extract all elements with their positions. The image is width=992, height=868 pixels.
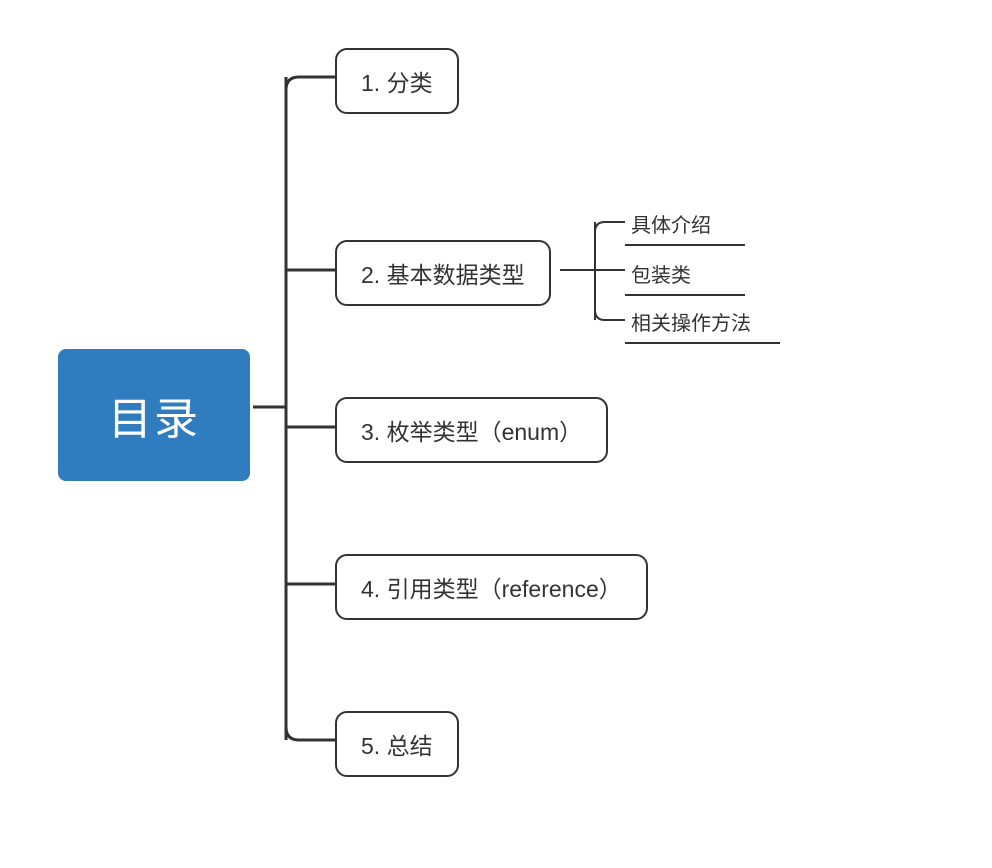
root-node: 目录 bbox=[58, 349, 250, 481]
leaf-2b-label: 包装类 bbox=[631, 265, 691, 287]
branch-1-label: 1. 分类 bbox=[361, 70, 433, 96]
branch-3-label: 3. 枚举类型（enum） bbox=[361, 419, 582, 445]
branch-node-4: 4. 引用类型（reference） bbox=[335, 554, 648, 620]
branch-node-1: 1. 分类 bbox=[335, 48, 459, 114]
branch-5-label: 5. 总结 bbox=[361, 733, 433, 759]
branch-4-label: 4. 引用类型（reference） bbox=[361, 576, 622, 602]
branch-2-label: 2. 基本数据类型 bbox=[361, 262, 525, 288]
leaf-node-2a: 具体介绍 bbox=[625, 205, 745, 246]
branch-node-3: 3. 枚举类型（enum） bbox=[335, 397, 608, 463]
root-label: 目录 bbox=[108, 395, 200, 444]
leaf-2a-label: 具体介绍 bbox=[631, 215, 711, 237]
branch-node-5: 5. 总结 bbox=[335, 711, 459, 777]
leaf-node-2b: 包装类 bbox=[625, 255, 745, 296]
branch-node-2: 2. 基本数据类型 bbox=[335, 240, 551, 306]
leaf-node-2c: 相关操作方法 bbox=[625, 303, 780, 344]
leaf-2c-label: 相关操作方法 bbox=[631, 313, 751, 335]
